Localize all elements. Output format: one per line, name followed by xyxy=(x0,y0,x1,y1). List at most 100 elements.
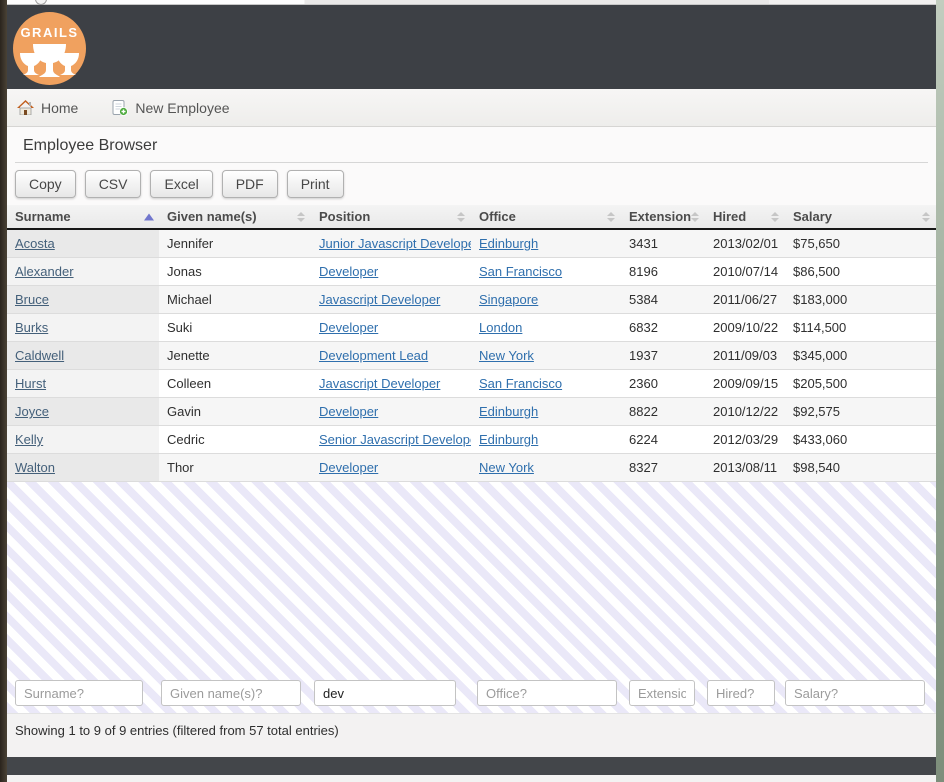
copy-button[interactable]: Copy xyxy=(15,170,76,198)
cell-extension: 3431 xyxy=(621,229,705,258)
cell-surname: Alexander xyxy=(7,258,159,286)
column-header-office[interactable]: Office xyxy=(471,205,621,229)
column-header-surname[interactable]: Surname xyxy=(7,205,159,229)
surname-filter-input[interactable] xyxy=(15,680,143,706)
new-employee-icon xyxy=(112,100,128,116)
position-link[interactable]: Javascript Developer xyxy=(319,376,440,391)
cell-position: Developer xyxy=(311,258,471,286)
position-link[interactable]: Developer xyxy=(319,320,378,335)
app-window: GRAILS Home N xyxy=(7,0,936,782)
cell-hired: 2013/02/01 xyxy=(705,229,785,258)
cell-extension: 6224 xyxy=(621,426,705,454)
sort-both-icon xyxy=(691,212,699,222)
desktop-edge-left xyxy=(0,0,7,782)
cell-office: San Francisco xyxy=(471,370,621,398)
desktop-edge-right xyxy=(936,0,944,782)
table-row: BruceMichaelJavascript DeveloperSingapor… xyxy=(7,286,936,314)
csv-button[interactable]: CSV xyxy=(85,170,142,198)
office-link[interactable]: Singapore xyxy=(479,292,538,307)
cell-position: Junior Javascript Developer xyxy=(311,229,471,258)
nav-item-label: New Employee xyxy=(135,100,229,116)
cell-hired: 2013/08/11 xyxy=(705,454,785,482)
sort-both-icon xyxy=(771,212,779,222)
position-link[interactable]: Javascript Developer xyxy=(319,292,440,307)
column-label: Hired xyxy=(713,209,746,224)
column-label: Extension xyxy=(629,209,691,224)
office-link[interactable]: Edinburgh xyxy=(479,432,538,447)
column-label: Salary xyxy=(793,209,832,224)
position-link[interactable]: Developer xyxy=(319,460,378,475)
cell-given: Colleen xyxy=(159,370,311,398)
cell-extension: 1937 xyxy=(621,342,705,370)
cell-position: Development Lead xyxy=(311,342,471,370)
excel-button[interactable]: Excel xyxy=(150,170,212,198)
cell-salary: $205,500 xyxy=(785,370,936,398)
cell-salary: $433,060 xyxy=(785,426,936,454)
surname-link[interactable]: Bruce xyxy=(15,292,49,307)
nav-item-new-employee[interactable]: New Employee xyxy=(112,100,229,116)
office-link[interactable]: New York xyxy=(479,348,534,363)
cell-extension: 5384 xyxy=(621,286,705,314)
nav-item-label: Home xyxy=(41,100,78,116)
page-title: Employee Browser xyxy=(15,134,928,163)
office-link[interactable]: San Francisco xyxy=(479,376,562,391)
sort-both-icon xyxy=(607,212,615,222)
cell-office: Edinburgh xyxy=(471,398,621,426)
extension-filter-input[interactable] xyxy=(629,680,695,706)
cell-office: Edinburgh xyxy=(471,229,621,258)
surname-link[interactable]: Joyce xyxy=(15,404,49,419)
position-link[interactable]: Senior Javascript Developer xyxy=(319,432,471,447)
column-header-salary[interactable]: Salary xyxy=(785,205,936,229)
surname-link[interactable]: Alexander xyxy=(15,264,74,279)
pdf-button[interactable]: PDF xyxy=(222,170,278,198)
cell-salary: $183,000 xyxy=(785,286,936,314)
surname-link[interactable]: Kelly xyxy=(15,432,43,447)
given-names-filter-input[interactable] xyxy=(161,680,301,706)
cell-position: Developer xyxy=(311,454,471,482)
position-link[interactable]: Junior Javascript Developer xyxy=(319,236,471,251)
nav-item-home[interactable]: Home xyxy=(17,100,78,116)
column-header-position[interactable]: Position xyxy=(311,205,471,229)
office-link[interactable]: London xyxy=(479,320,522,335)
cell-office: Singapore xyxy=(471,286,621,314)
surname-link[interactable]: Burks xyxy=(15,320,48,335)
position-link[interactable]: Developer xyxy=(319,404,378,419)
salary-filter-input[interactable] xyxy=(785,680,925,706)
column-header-extension[interactable]: Extension xyxy=(621,205,705,229)
hired-filter-input[interactable] xyxy=(707,680,775,706)
cell-salary: $114,500 xyxy=(785,314,936,342)
table-row: AlexanderJonasDeveloperSan Francisco8196… xyxy=(7,258,936,286)
office-link[interactable]: San Francisco xyxy=(479,264,562,279)
print-button[interactable]: Print xyxy=(287,170,344,198)
table-header-row: Surname Given name(s) Position Office Ex… xyxy=(7,205,936,229)
cell-hired: 2009/09/15 xyxy=(705,370,785,398)
position-filter-input[interactable] xyxy=(314,680,456,706)
surname-link[interactable]: Walton xyxy=(15,460,55,475)
cell-position: Javascript Developer xyxy=(311,286,471,314)
surname-link[interactable]: Caldwell xyxy=(15,348,64,363)
column-header-given-names[interactable]: Given name(s) xyxy=(159,205,311,229)
cell-given: Jennifer xyxy=(159,229,311,258)
surname-link[interactable]: Hurst xyxy=(15,376,46,391)
navbar: Home New Employee xyxy=(7,89,936,127)
cell-office: New York xyxy=(471,342,621,370)
office-link[interactable]: New York xyxy=(479,460,534,475)
office-filter-input[interactable] xyxy=(477,680,617,706)
position-link[interactable]: Development Lead xyxy=(319,348,428,363)
footer-strip xyxy=(7,775,936,782)
content-header: Employee Browser Copy CSV Excel PDF Prin… xyxy=(7,127,936,205)
table-row: CaldwellJenetteDevelopment LeadNew York1… xyxy=(7,342,936,370)
cell-position: Developer xyxy=(311,398,471,426)
cell-given: Jonas xyxy=(159,258,311,286)
cell-surname: Hurst xyxy=(7,370,159,398)
surname-link[interactable]: Acosta xyxy=(15,236,55,251)
cell-surname: Burks xyxy=(7,314,159,342)
browser-chrome-strip xyxy=(7,0,936,5)
office-link[interactable]: Edinburgh xyxy=(479,404,538,419)
office-link[interactable]: Edinburgh xyxy=(479,236,538,251)
column-header-hired[interactable]: Hired xyxy=(705,205,785,229)
column-label: Position xyxy=(319,209,370,224)
position-link[interactable]: Developer xyxy=(319,264,378,279)
table-row: WaltonThorDeveloperNew York83272013/08/1… xyxy=(7,454,936,482)
cell-extension: 8327 xyxy=(621,454,705,482)
